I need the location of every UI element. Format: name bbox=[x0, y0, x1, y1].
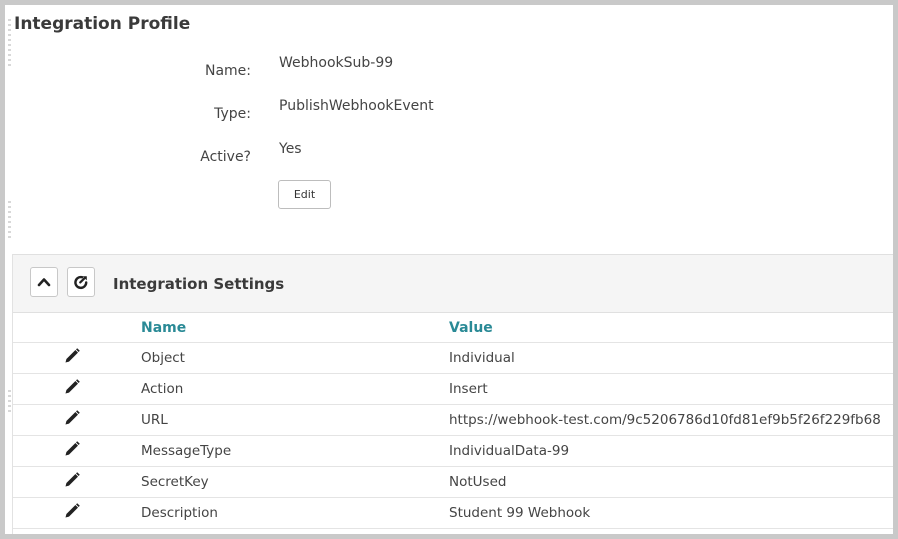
value-column-header[interactable]: Value bbox=[449, 313, 893, 343]
type-value: PublishWebhookEvent bbox=[279, 98, 434, 114]
panel-header: Integration Settings bbox=[13, 254, 893, 313]
pencil-icon bbox=[65, 503, 80, 518]
table-row: SecretKey NotUsed bbox=[13, 466, 893, 498]
chevron-up-icon bbox=[37, 278, 51, 287]
edit-row-button[interactable] bbox=[63, 471, 81, 493]
edit-row-button[interactable] bbox=[63, 378, 81, 400]
setting-value: NotUsed bbox=[449, 466, 893, 498]
edit-row-button[interactable] bbox=[63, 409, 81, 431]
side-grip bbox=[8, 201, 11, 241]
panel-title: Integration Settings bbox=[113, 275, 285, 293]
pencil-icon bbox=[65, 379, 80, 394]
edit-row-button[interactable] bbox=[63, 440, 81, 462]
icon-column-header bbox=[13, 313, 141, 343]
active-value: Yes bbox=[279, 141, 302, 157]
table-row: Action Insert bbox=[13, 373, 893, 405]
active-label: Active? bbox=[200, 149, 251, 165]
setting-value: IndividualData-99 bbox=[449, 435, 893, 467]
setting-name: Object bbox=[141, 342, 449, 374]
page-title: Integration Profile bbox=[14, 14, 191, 34]
settings-table: Name Value Object Individual Action Inse… bbox=[13, 313, 893, 529]
type-label: Type: bbox=[214, 106, 251, 122]
pencil-icon bbox=[65, 441, 80, 456]
name-column-header[interactable]: Name bbox=[141, 313, 449, 343]
table-row: MessageType IndividualData-99 bbox=[13, 435, 893, 467]
setting-value: Individual bbox=[449, 342, 893, 374]
export-button[interactable] bbox=[67, 267, 95, 297]
setting-value: Student 99 Webhook bbox=[449, 497, 893, 529]
integration-profile-window: Integration Profile Name: WebhookSub-99 … bbox=[5, 5, 893, 534]
table-row: URL https://webhook-test.com/9c5206786d1… bbox=[13, 404, 893, 436]
share-icon bbox=[74, 275, 88, 289]
table-row: Object Individual bbox=[13, 342, 893, 374]
side-grip bbox=[8, 390, 11, 414]
name-value: WebhookSub-99 bbox=[279, 55, 394, 71]
pencil-icon bbox=[65, 348, 80, 363]
pencil-icon bbox=[65, 472, 80, 487]
table-row: Description Student 99 Webhook bbox=[13, 497, 893, 529]
setting-name: Action bbox=[141, 373, 449, 405]
collapse-button[interactable] bbox=[30, 267, 58, 297]
setting-name: MessageType bbox=[141, 435, 449, 467]
side-grip bbox=[8, 19, 11, 67]
pencil-icon bbox=[65, 410, 80, 425]
edit-row-button[interactable] bbox=[63, 347, 81, 369]
edit-row-button[interactable] bbox=[63, 502, 81, 524]
setting-value: https://webhook-test.com/9c5206786d10fd8… bbox=[449, 404, 893, 436]
name-label: Name: bbox=[204, 63, 251, 79]
table-header-row: Name Value bbox=[13, 313, 893, 343]
setting-name: URL bbox=[141, 404, 449, 436]
setting-name: Description bbox=[141, 497, 449, 529]
setting-value: Insert bbox=[449, 373, 893, 405]
edit-button[interactable]: Edit bbox=[278, 180, 331, 209]
integration-settings-panel: Integration Settings Name Value Object I… bbox=[12, 254, 893, 534]
setting-name: SecretKey bbox=[141, 466, 449, 498]
